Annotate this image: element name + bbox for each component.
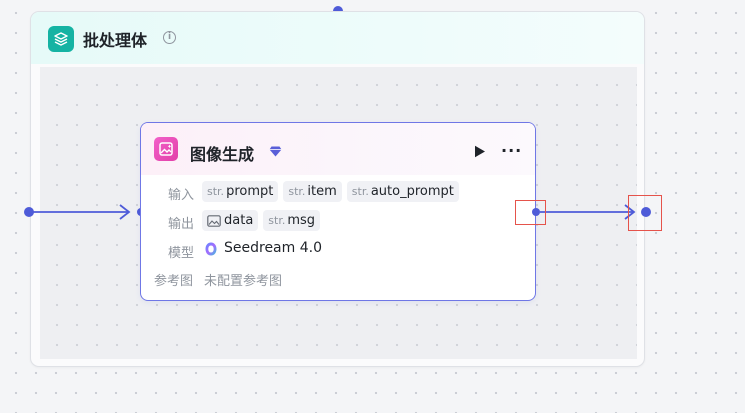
input-tag: str. item	[283, 181, 342, 202]
image-generate-icon	[154, 137, 178, 161]
seedream-logo-icon	[205, 242, 217, 256]
more-icon[interactable]: ···	[501, 141, 522, 160]
gem-icon	[269, 146, 282, 157]
input-tag: str. auto_prompt	[346, 181, 459, 202]
model-value[interactable]: Seedream 4.0	[224, 240, 322, 256]
node-title: 图像生成	[190, 145, 255, 164]
node-output-highlight	[515, 200, 546, 225]
input-tags: str. prompt str. item str. auto_prompt	[202, 181, 459, 202]
image-generate-node[interactable]: 图像生成 ··· 输入 str. prompt str. item str. auto…	[140, 122, 536, 301]
input-tag: str. prompt	[202, 181, 279, 202]
ref-value: 未配置参考图	[204, 274, 283, 289]
batch-output-highlight	[628, 195, 662, 231]
model-label: 模型	[168, 246, 195, 261]
output-tag: str. msg	[263, 210, 321, 231]
output-tag: data	[202, 210, 259, 231]
input-label: 输入	[168, 188, 195, 203]
batch-input-handle[interactable]	[24, 207, 34, 217]
image-icon	[207, 214, 221, 227]
play-icon[interactable]	[474, 145, 486, 158]
output-tags: data str. msg	[202, 210, 321, 231]
ref-label: 参考图	[154, 274, 194, 289]
output-label: 输出	[168, 217, 195, 232]
